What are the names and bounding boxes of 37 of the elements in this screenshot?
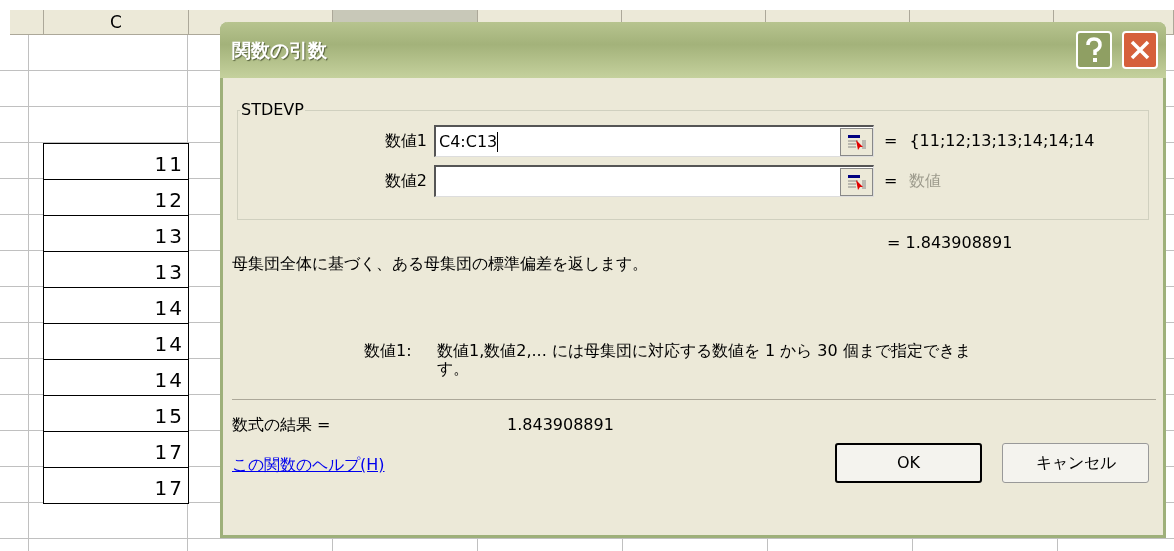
table-cell: 14: [43, 323, 189, 360]
argument-result: 数値: [909, 170, 942, 192]
cancel-button[interactable]: キャンセル: [1002, 443, 1149, 483]
help-button[interactable]: [1076, 31, 1112, 69]
range-select-button[interactable]: [840, 127, 873, 156]
table-cell: 17: [43, 431, 189, 468]
equals-sign: =: [884, 130, 898, 152]
formula-result-value: 1.843908891: [507, 414, 614, 436]
column-header[interactable]: C: [44, 10, 189, 35]
table-cell: 15: [43, 395, 189, 432]
input-field[interactable]: C4:C13: [434, 125, 874, 157]
table-cell: 14: [43, 359, 189, 396]
window-title: 関数の引数: [232, 37, 328, 63]
table-cell: 17: [43, 467, 189, 504]
table-cell: 12: [43, 179, 189, 216]
argument-result: {11;12;13;13;14;14;14: [909, 130, 1095, 152]
description-text: 母集団全体に基づく、ある母集団の標準偏差を返します。: [232, 254, 649, 274]
equals-sign: =: [884, 170, 898, 192]
formula-preview: = 1.843908891: [887, 234, 1014, 252]
argument-label: 数値1: [383, 130, 428, 152]
table-cell: 13: [43, 251, 189, 288]
range-select-icon: [846, 133, 867, 150]
help-link[interactable]: この関数のヘルプ(H): [232, 453, 835, 477]
ok-button[interactable]: OK: [835, 443, 982, 483]
argument-help-label: 数値1:: [364, 342, 413, 362]
table-cell: 11: [43, 143, 189, 180]
table-cell: 14: [43, 287, 189, 324]
table-cell: 13: [43, 215, 189, 252]
input-field[interactable]: [434, 165, 874, 197]
question-mark-icon: [1085, 37, 1103, 63]
argument-label: 数値2: [383, 170, 428, 192]
formula-result-label: 数式の結果 =: [232, 414, 332, 436]
range-select-button[interactable]: [840, 167, 873, 196]
range-select-icon: [846, 173, 867, 190]
close-button[interactable]: [1122, 31, 1158, 69]
argument-help-text: 数値1,数値2,... には母集団に対応する数値を 1 から 30 個まで指定できます。: [437, 342, 972, 378]
close-icon: [1129, 39, 1151, 61]
